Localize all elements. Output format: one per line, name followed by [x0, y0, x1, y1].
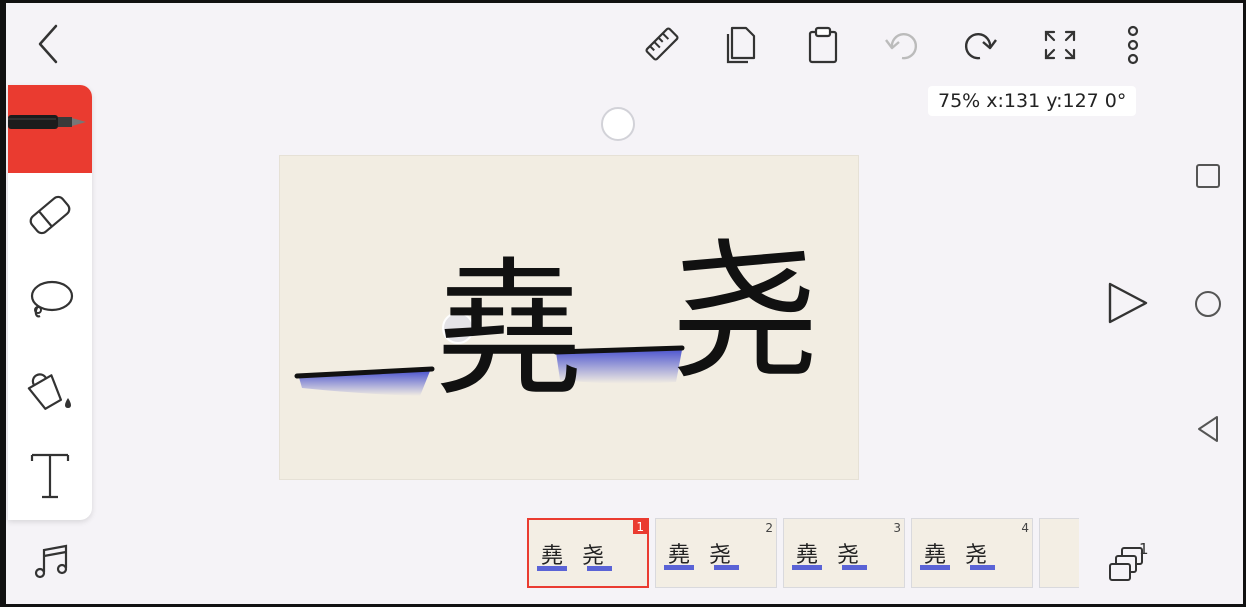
back-icon[interactable]: [30, 22, 66, 66]
redo-icon[interactable]: [960, 26, 1000, 64]
music-icon[interactable]: [32, 542, 72, 582]
paste-icon[interactable]: [803, 24, 843, 66]
more-icon[interactable]: [1121, 24, 1145, 66]
drawing-canvas[interactable]: 堯 尧: [279, 155, 859, 480]
text-tool[interactable]: [22, 447, 78, 503]
zoom-position-readout: 75% x:131 y:127 0°: [928, 86, 1137, 116]
pen-icon: [8, 115, 86, 129]
frame-number: 1: [633, 520, 647, 534]
frame-water: [920, 565, 1020, 570]
fill-tool[interactable]: [22, 360, 78, 416]
frame-thumbnail[interactable]: 堯 尧1: [527, 518, 649, 588]
recent-apps-icon[interactable]: [1194, 162, 1222, 190]
canvas-rotate-handle[interactable]: [601, 107, 635, 141]
canvas-glyph-2: 尧: [670, 226, 820, 400]
canvas-glyph-1: 堯: [435, 244, 583, 416]
canvas-drawing: 堯 尧: [294, 226, 820, 416]
copy-icon[interactable]: [722, 24, 762, 66]
frame-number: 3: [893, 521, 901, 535]
frame-water: [537, 566, 637, 571]
frame-thumbnail[interactable]: 堯 尧2: [655, 518, 777, 588]
frame-number: 2: [765, 521, 773, 535]
frame-filmstrip[interactable]: 堯 尧1堯 尧2堯 尧3堯 尧4: [527, 518, 1079, 590]
frame-water: [792, 565, 892, 570]
frame-water: [664, 565, 764, 570]
lasso-icon: [30, 280, 74, 318]
lasso-tool[interactable]: [22, 272, 78, 328]
frame-number: 4: [1021, 521, 1029, 535]
pen-tool[interactable]: [8, 85, 92, 173]
ruler-icon[interactable]: [642, 24, 682, 64]
play-icon[interactable]: [1104, 280, 1150, 326]
fullscreen-icon[interactable]: [1040, 26, 1080, 64]
text-icon: [30, 453, 70, 499]
layer-count: 1: [1139, 540, 1149, 558]
tool-panel: [8, 85, 92, 520]
eraser-icon: [29, 195, 71, 235]
eraser-tool[interactable]: [22, 187, 78, 243]
frame-thumbnail[interactable]: 堯 尧3: [783, 518, 905, 588]
home-icon[interactable]: [1193, 289, 1223, 319]
frame-thumbnail-partial[interactable]: [1039, 518, 1079, 588]
back-nav-icon[interactable]: [1195, 414, 1223, 444]
paint-bucket-icon: [27, 373, 71, 410]
frame-thumbnail[interactable]: 堯 尧4: [911, 518, 1033, 588]
undo-icon[interactable]: [882, 26, 922, 64]
